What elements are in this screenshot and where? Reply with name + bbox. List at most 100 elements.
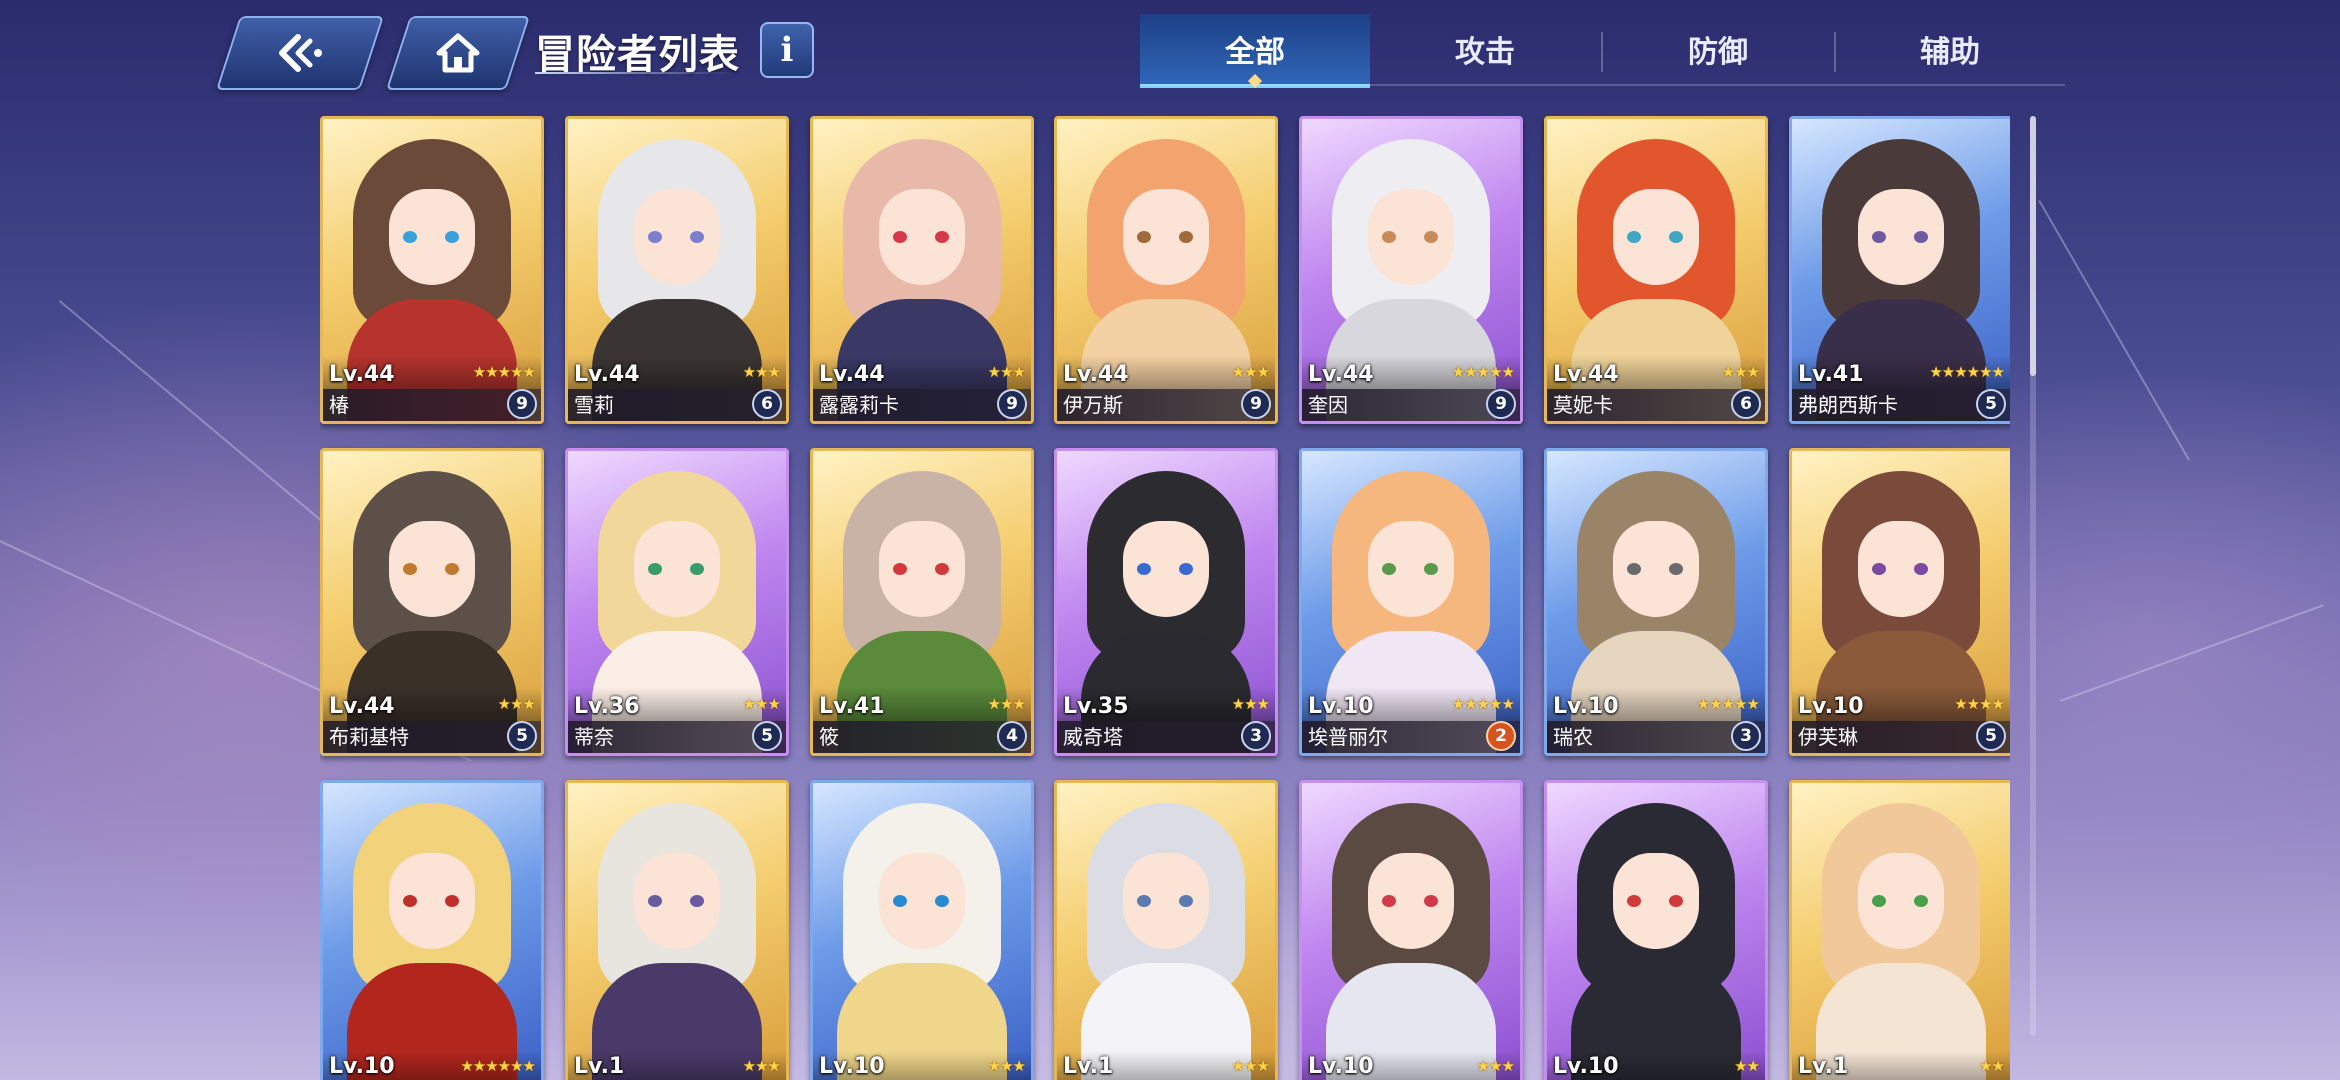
name-bar: 瑞农 3 <box>1547 721 1765 753</box>
portrait-eye <box>1179 563 1193 575</box>
star-rating: ★★★ <box>987 363 1026 381</box>
adventurer-card[interactable]: Lv.10 ★★★ <box>1299 780 1523 1080</box>
adventurer-card[interactable]: Lv.44 ★★★ 布莉基特 5 <box>320 448 544 756</box>
rank-badge: 4 <box>997 721 1027 751</box>
info-icon: i <box>780 30 794 70</box>
rank-badge: 9 <box>507 389 537 419</box>
background-line <box>2060 604 2324 702</box>
adventurer-name: 伊万斯 <box>1063 393 1123 417</box>
portrait-eye <box>403 231 417 243</box>
adventurer-card[interactable]: Lv.44 ★★★ 雪莉 6 <box>565 116 789 424</box>
portrait-eye <box>1669 563 1683 575</box>
star-rating: ★★★ <box>1231 1057 1270 1075</box>
adventurer-card[interactable]: Lv.44 ★★★★★ 椿 9 <box>320 116 544 424</box>
character-portrait <box>1302 783 1520 1080</box>
portrait-face <box>1123 521 1209 617</box>
portrait-eye <box>1872 231 1886 243</box>
star-rating: ★★★ <box>742 1057 781 1075</box>
rank-badge: 3 <box>1241 721 1271 751</box>
level-label: Lv.10 <box>1553 694 1619 719</box>
tab-label: 全部 <box>1225 35 1285 70</box>
level-label: Lv.44 <box>1063 362 1129 387</box>
adventurer-card[interactable]: Lv.1 ★★★ <box>1054 780 1278 1080</box>
adventurer-grid[interactable]: Lv.44 ★★★★★ 椿 9 Lv.44 ★★★ 雪莉 6 Lv.44 ★★★ 露露莉卡 9 Lv.4… <box>320 116 2010 1080</box>
portrait-eye <box>1914 895 1928 907</box>
adventurer-card[interactable]: Lv.1 ★★★ <box>565 780 789 1080</box>
adventurer-card[interactable]: Lv.10 ★★ <box>1544 780 1768 1080</box>
portrait-eye <box>1627 895 1641 907</box>
adventurer-card[interactable]: Lv.44 ★★★ 伊万斯 9 <box>1054 116 1278 424</box>
adventurer-card[interactable]: Lv.10 ★★★★★ 瑞农 3 <box>1544 448 1768 756</box>
tab-support[interactable]: 辅助 <box>1835 14 2065 84</box>
level-label: Lv.44 <box>329 694 395 719</box>
portrait-face <box>1613 189 1699 285</box>
adventurer-card[interactable]: Lv.10 ★★★★ 伊芙琳 5 <box>1789 448 2010 756</box>
portrait-eye <box>1669 895 1683 907</box>
info-button[interactable]: i <box>760 22 814 78</box>
name-bar: 威奇塔 3 <box>1057 721 1275 753</box>
portrait-eye <box>935 563 949 575</box>
portrait-face <box>1368 521 1454 617</box>
adventurer-card[interactable]: Lv.10 ★★★★★★ <box>320 780 544 1080</box>
portrait-face <box>1368 853 1454 949</box>
name-bar: 伊芙琳 5 <box>1792 721 2010 753</box>
portrait-eye <box>403 563 417 575</box>
portrait-eye <box>1137 895 1151 907</box>
star-rating: ★★ <box>1734 1057 1760 1075</box>
adventurer-card[interactable]: Lv.36 ★★★ 蒂奈 5 <box>565 448 789 756</box>
adventurer-card[interactable]: Lv.44 ★★★ 露露莉卡 9 <box>810 116 1034 424</box>
adventurer-card[interactable]: Lv.44 ★★★ 莫妮卡 6 <box>1544 116 1768 424</box>
rank-badge: 5 <box>507 721 537 751</box>
level-label: Lv.1 <box>574 1054 625 1079</box>
tab-defense[interactable]: 防御 <box>1603 14 1833 84</box>
level-label: Lv.1 <box>1798 1054 1849 1079</box>
portrait-eye <box>1872 563 1886 575</box>
tab-all[interactable]: 全部 <box>1140 14 1370 89</box>
star-rating: ★★★★★★ <box>1929 363 2005 381</box>
adventurer-card[interactable]: Lv.44 ★★★★★ 奎因 9 <box>1299 116 1523 424</box>
adventurer-name: 椿 <box>329 393 349 417</box>
portrait-eye <box>648 231 662 243</box>
level-label: Lv.36 <box>574 694 640 719</box>
adventurer-name: 蒂奈 <box>574 725 614 749</box>
rank-badge: 3 <box>1731 721 1761 751</box>
character-portrait <box>1792 783 2010 1080</box>
grid-scrollbar[interactable] <box>2030 116 2036 1036</box>
scroll-thumb[interactable] <box>2030 116 2036 376</box>
adventurer-card[interactable]: Lv.35 ★★★ 威奇塔 3 <box>1054 448 1278 756</box>
adventurer-card[interactable]: Lv.1 ★★ <box>1789 780 2010 1080</box>
portrait-eye <box>1382 895 1396 907</box>
adventurer-card[interactable]: Lv.10 ★★★★★ 埃普丽尔 2 <box>1299 448 1523 756</box>
adventurer-card[interactable]: Lv.10 ★★★ <box>810 780 1034 1080</box>
rank-badge: 6 <box>752 389 782 419</box>
adventurer-card[interactable]: Lv.41 ★★★★★★ 弗朗西斯卡 5 <box>1789 116 2010 424</box>
portrait-eye <box>1137 563 1151 575</box>
character-portrait <box>568 783 786 1080</box>
back-button[interactable] <box>215 16 385 90</box>
title-underline <box>535 72 735 74</box>
rank-badge: 9 <box>997 389 1027 419</box>
adventurer-name: 奎因 <box>1308 393 1348 417</box>
portrait-eye <box>690 231 704 243</box>
character-portrait <box>813 783 1031 1080</box>
name-bar: 莫妮卡 6 <box>1547 389 1765 421</box>
portrait-eye <box>1914 563 1928 575</box>
portrait-face <box>389 853 475 949</box>
home-button[interactable] <box>385 16 531 90</box>
character-portrait <box>1547 783 1765 1080</box>
portrait-eye <box>893 231 907 243</box>
adventurer-name: 雪莉 <box>574 393 614 417</box>
background-line <box>2038 200 2190 461</box>
portrait-face <box>879 521 965 617</box>
portrait-face <box>879 189 965 285</box>
name-bar: 布莉基特 5 <box>323 721 541 753</box>
portrait-face <box>1858 853 1944 949</box>
tab-attack[interactable]: 攻击 <box>1370 14 1600 84</box>
name-bar: 弗朗西斯卡 5 <box>1792 389 2010 421</box>
character-portrait <box>323 783 541 1080</box>
portrait-face <box>879 853 965 949</box>
portrait-eye <box>1179 895 1193 907</box>
adventurer-card[interactable]: Lv.41 ★★★ 筱 4 <box>810 448 1034 756</box>
back-arrow-icon <box>279 34 322 72</box>
star-rating: ★★★ <box>987 695 1026 713</box>
